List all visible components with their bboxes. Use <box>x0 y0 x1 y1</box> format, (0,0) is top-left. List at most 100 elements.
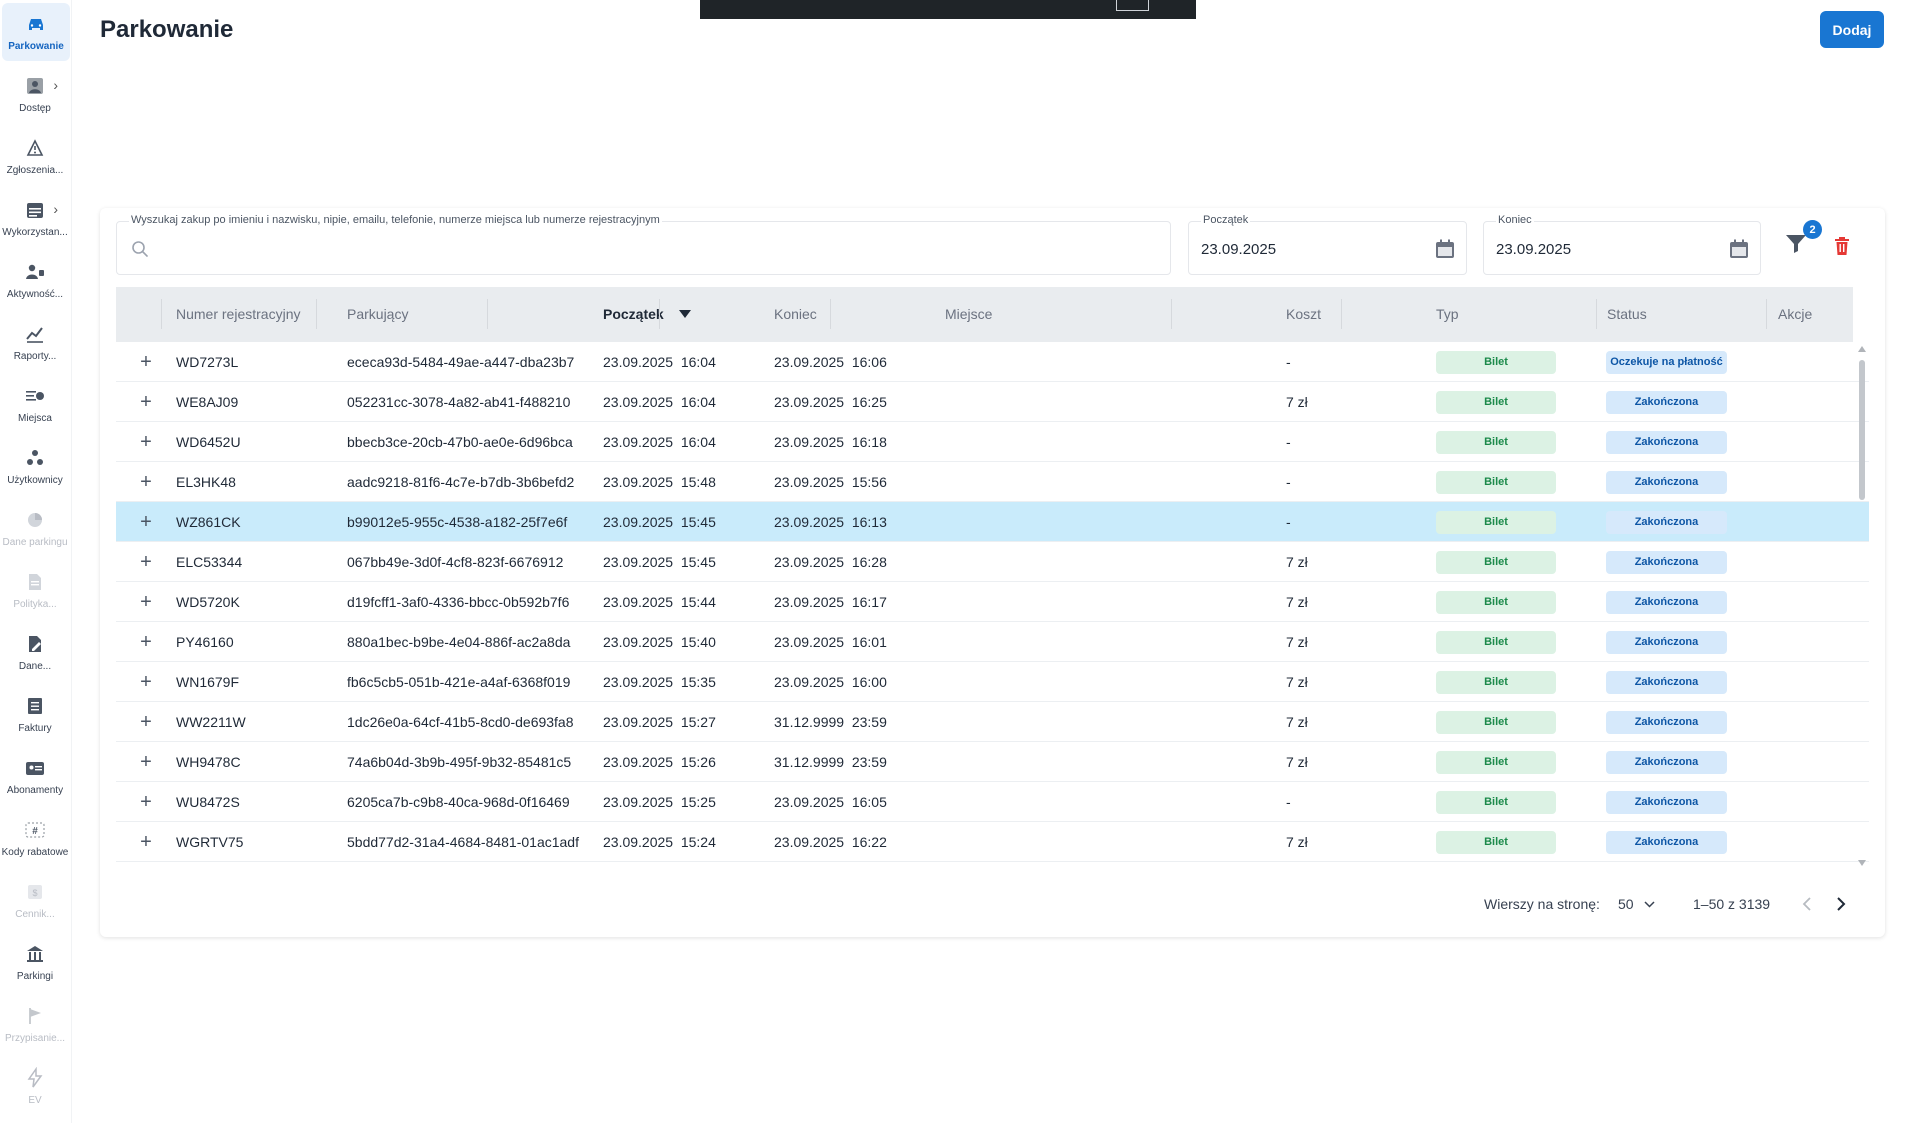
expand-row-icon[interactable]: + <box>134 542 158 582</box>
sidebar-item[interactable]: Polityka... <box>0 561 70 619</box>
table-row[interactable]: + PY46160 880a1bec-b9be-4e04-886f-ac2a8da 2… <box>116 622 1869 662</box>
table-row[interactable]: + WU8472S 6205ca7b-c9b8-40ca-968d-0f16469 2… <box>116 782 1869 822</box>
scrollbar-thumb[interactable] <box>1859 360 1865 500</box>
sidebar-item[interactable]: Faktury <box>0 685 70 743</box>
table-row[interactable]: + WW2211W 1dc26e0a-64cf-41b5-8cd0-de693fa8… <box>116 702 1869 742</box>
column-separator <box>316 299 317 329</box>
type-chip: Bilet <box>1436 391 1556 414</box>
table-row[interactable]: + WD5720K d19fcff1-3af0-4336-bbcc-0b592b7f… <box>116 582 1869 622</box>
sidebar-item[interactable]: Zgłoszenia... <box>0 127 70 185</box>
start-date-value: 23.09.2025 <box>1201 241 1277 258</box>
end-date-field[interactable]: Koniec 23.09.2025 <box>1483 214 1761 275</box>
start-cell: 23.09.2025 15:40 <box>603 634 716 650</box>
sidebar-item[interactable]: Dane... <box>0 623 70 681</box>
users-icon <box>24 447 46 469</box>
rows-per-page-select[interactable]: 50 <box>1618 896 1634 912</box>
next-page-button[interactable] <box>1830 893 1852 915</box>
sidebar-item[interactable]: Dostęp › <box>0 65 70 123</box>
table-row[interactable]: + WE8AJ09 052231cc-3078-4a82-ab41-f488210 2… <box>116 382 1869 422</box>
expand-row-icon[interactable]: + <box>134 382 158 422</box>
expand-row-icon[interactable]: + <box>134 422 158 462</box>
table-row[interactable]: + WD7273L ececa93d-5484-49ae-a447-dba23b7 2… <box>116 342 1869 382</box>
status-badge: Oczekuje na płatność <box>1606 351 1727 374</box>
pagination-range: 1–50 z 3139 <box>1693 896 1771 912</box>
search-input[interactable] <box>151 238 851 254</box>
sidebar-item[interactable]: Przypisanie... <box>0 995 70 1053</box>
column-header-cost[interactable]: Koszt <box>1286 287 1321 342</box>
search-field[interactable]: Wyszukaj zakup po imieniu i nazwisku, ni… <box>116 214 1171 275</box>
sidebar-item[interactable]: Raporty... <box>0 313 70 371</box>
column-header-end[interactable]: Koniec <box>774 287 817 342</box>
table-body: + WD7273L ececa93d-5484-49ae-a447-dba23b7 2… <box>116 342 1869 869</box>
expand-row-icon[interactable]: + <box>134 742 158 782</box>
parker-cell: b99012e5-955c-4538-a182-25f7e6f <box>347 514 568 530</box>
table-row[interactable]: + ELC53344 067bb49e-3d0f-4cf8-823f-6676912… <box>116 542 1869 582</box>
chevron-down-icon[interactable] <box>1644 901 1655 908</box>
expand-row-icon[interactable]: + <box>134 342 158 382</box>
svg-text:$: $ <box>32 888 37 898</box>
start-date-field[interactable]: Początek 23.09.2025 <box>1188 214 1467 275</box>
scroll-down-icon[interactable] <box>1858 860 1866 866</box>
column-header-start[interactable]: Początek <box>603 287 664 342</box>
scroll-up-icon[interactable] <box>1858 346 1866 352</box>
sidebar-item[interactable]: Miejsca <box>0 375 70 433</box>
expand-row-icon[interactable]: + <box>134 782 158 822</box>
sidebar-item[interactable]: Użytkownicy <box>0 437 70 495</box>
plate-cell: WD6452U <box>176 434 241 450</box>
table-row[interactable]: + WH9478C 74a6b04d-3b9b-495f-9b32-85481c5 2… <box>116 742 1869 782</box>
cost-cell: 7 zł <box>1286 714 1308 730</box>
calendar-icon[interactable] <box>1728 238 1750 260</box>
table-row[interactable]: + EL3HK48 aadc9218-81f6-4c7e-b7db-3b6befd2… <box>116 462 1869 502</box>
column-header-plate[interactable]: Numer rejestracyjny <box>176 287 300 342</box>
sidebar-item[interactable]: Wykorzystan... › <box>0 189 70 247</box>
table-row[interactable]: + WGRTV75 5bdd77d2-31a4-4684-8481-01ac1adf… <box>116 822 1869 862</box>
calendar-icon[interactable] <box>1434 238 1456 260</box>
previous-page-button[interactable] <box>1796 893 1818 915</box>
expand-row-icon[interactable]: + <box>134 822 158 862</box>
end-date-value: 23.09.2025 <box>1496 241 1572 258</box>
place-cell <box>945 502 1245 542</box>
column-header-parker[interactable]: Parkujący <box>347 287 408 342</box>
plate-cell: WU8472S <box>176 794 240 810</box>
end-cell: 23.09.2025 16:00 <box>774 674 887 690</box>
sidebar-item[interactable]: Abonamenty <box>0 747 70 805</box>
sort-desc-icon[interactable] <box>679 310 691 318</box>
end-cell: 23.09.2025 16:25 <box>774 394 887 410</box>
expand-row-icon[interactable]: + <box>134 462 158 502</box>
expand-row-icon[interactable]: + <box>134 622 158 662</box>
type-chip: Bilet <box>1436 711 1556 734</box>
expand-row-icon[interactable]: + <box>134 702 158 742</box>
end-cell: 23.09.2025 16:17 <box>774 594 887 610</box>
hash-icon: # <box>24 819 46 841</box>
column-header-type[interactable]: Typ <box>1436 287 1459 342</box>
sidebar-item[interactable]: # Kody rabatowe <box>0 809 70 867</box>
expand-row-icon[interactable]: + <box>134 662 158 702</box>
sidebar-item[interactable]: EV <box>0 1057 70 1115</box>
sidebar-item[interactable]: Parkowanie <box>2 3 70 61</box>
scrollbar[interactable] <box>1857 346 1867 866</box>
start-cell: 23.09.2025 16:04 <box>603 434 716 450</box>
sidebar-item[interactable]: Dane parkingu <box>0 499 70 557</box>
cost-cell: - <box>1286 514 1291 530</box>
add-button[interactable]: Dodaj <box>1820 11 1884 48</box>
end-cell: 23.09.2025 16:22 <box>774 834 887 850</box>
column-header-status[interactable]: Status <box>1607 287 1647 342</box>
sidebar-item[interactable]: Aktywność... <box>0 251 70 309</box>
status-badge: Zakończona <box>1606 671 1727 694</box>
sidebar-item-label: Wykorzystan... <box>2 226 68 238</box>
person-badge-icon <box>24 75 46 97</box>
trash-icon[interactable] <box>1833 236 1851 256</box>
sidebar-item-label: Zgłoszenia... <box>6 164 64 176</box>
search-icon <box>132 241 148 257</box>
sidebar-item[interactable]: $ Cennik... <box>0 871 70 929</box>
table-row[interactable]: + WN1679F fb6c5cb5-051b-421e-a4af-6368f019… <box>116 662 1869 702</box>
column-header-place[interactable]: Miejsce <box>945 287 992 342</box>
sidebar-item[interactable]: Parkingi <box>0 933 70 991</box>
expand-row-icon[interactable]: + <box>134 582 158 622</box>
table-row[interactable]: + WD6452U bbecb3ce-20cb-47b0-ae0e-6d96bca 2… <box>116 422 1869 462</box>
status-badge: Zakończona <box>1606 551 1727 574</box>
expand-row-icon[interactable]: + <box>134 502 158 542</box>
start-cell: 23.09.2025 15:48 <box>603 474 716 490</box>
parker-cell: ececa93d-5484-49ae-a447-dba23b7 <box>347 354 575 370</box>
table-row[interactable]: + WZ861CK b99012e5-955c-4538-a182-25f7e6f 2… <box>116 502 1869 542</box>
